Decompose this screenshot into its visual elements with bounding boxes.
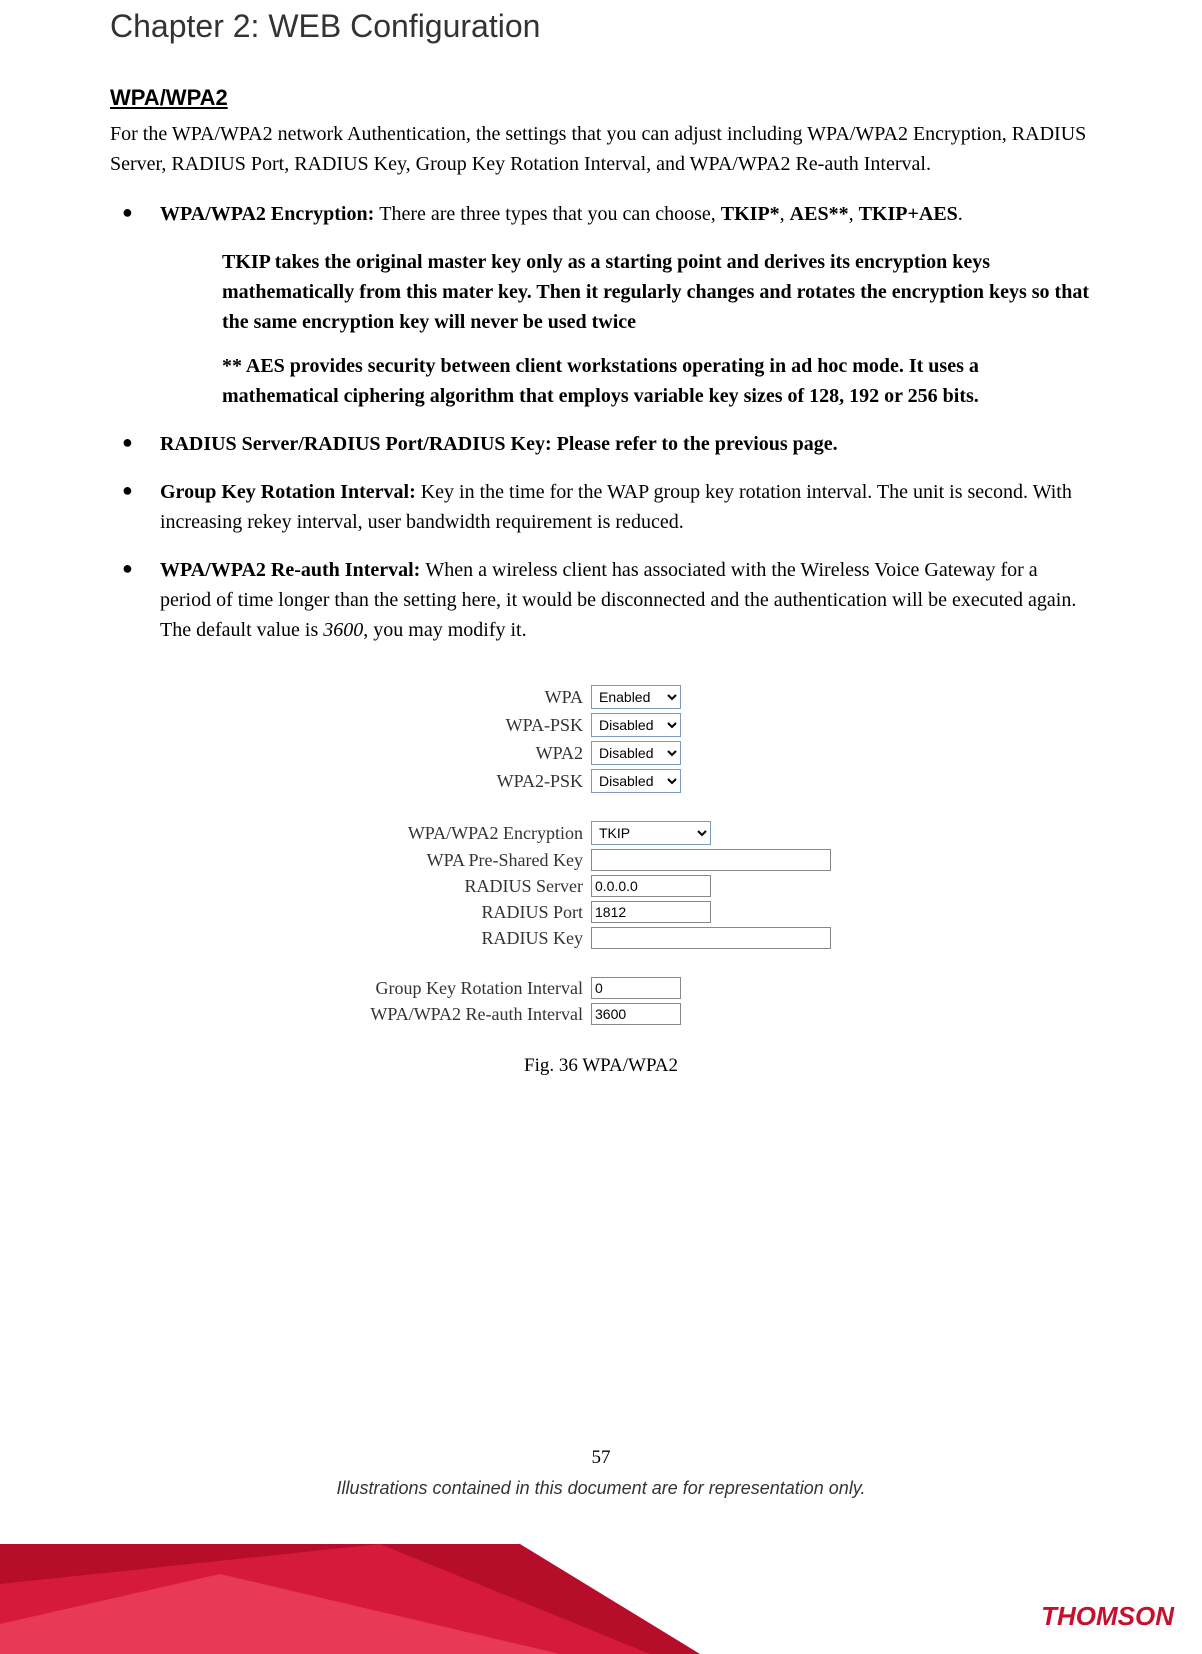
page-number: 57: [0, 1447, 1202, 1469]
section-heading: WPA/WPA2: [110, 85, 1092, 111]
bullet-radius: RADIUS Server/RADIUS Port/RADIUS Key: Pl…: [110, 429, 1092, 459]
sep: .: [958, 203, 963, 225]
input-radius-port[interactable]: [591, 901, 711, 923]
label-preshared-key: WPA Pre-Shared Key: [321, 850, 591, 871]
label-group-key-interval: Group Key Rotation Interval: [321, 978, 591, 999]
label-wpa2-psk: WPA2-PSK: [321, 771, 591, 792]
label-wpa: WPA: [321, 687, 591, 708]
label-radius-key: RADIUS Key: [321, 928, 591, 949]
default-value: 3600: [323, 619, 363, 641]
option-tkipaes: TKIP+AES: [859, 203, 958, 225]
label-wpa-psk: WPA-PSK: [321, 715, 591, 736]
input-preshared-key[interactable]: [591, 849, 831, 871]
bullet-reauth: WPA/WPA2 Re-auth Interval: When a wirele…: [110, 555, 1092, 645]
option-aes: AES**: [790, 203, 849, 225]
brand-logo: THOMSON: [1041, 1601, 1174, 1632]
option-tkip: TKIP*: [721, 203, 780, 225]
select-encryption[interactable]: TKIP: [591, 821, 711, 845]
footer-band: THOMSON: [0, 1544, 1202, 1654]
select-wpa2-psk[interactable]: Disabled: [591, 769, 681, 793]
bullet-encryption: WPA/WPA2 Encryption: There are three typ…: [110, 199, 1092, 411]
bullet-text: , you may modify it.: [363, 619, 526, 641]
sep: ,: [780, 203, 790, 225]
footer-note: Illustrations contained in this document…: [0, 1478, 1202, 1499]
bullet-list: WPA/WPA2 Encryption: There are three typ…: [110, 199, 1092, 645]
note-block: TKIP takes the original master key only …: [222, 247, 1092, 411]
select-wpa[interactable]: Enabled: [591, 685, 681, 709]
bullet-lead: WPA/WPA2 Re-auth Interval:: [160, 559, 425, 581]
label-encryption: WPA/WPA2 Encryption: [321, 823, 591, 844]
input-reauth-interval[interactable]: [591, 1003, 681, 1025]
bullet-lead: WPA/WPA2 Encryption:: [160, 203, 379, 225]
input-group-key-interval[interactable]: [591, 977, 681, 999]
bullet-lead: Group Key Rotation Interval:: [160, 481, 421, 503]
figure-caption: Fig. 36 WPA/WPA2: [110, 1055, 1092, 1077]
footer-graphic: [0, 1544, 1202, 1654]
chapter-title: Chapter 2: WEB Configuration: [110, 8, 1092, 45]
sep: ,: [849, 203, 859, 225]
bullet-text: There are three types that you can choos…: [379, 203, 721, 225]
intro-paragraph: For the WPA/WPA2 network Authentication,…: [110, 119, 1092, 179]
label-radius-port: RADIUS Port: [321, 902, 591, 923]
label-wpa2: WPA2: [321, 743, 591, 764]
bullet-group-key: Group Key Rotation Interval: Key in the …: [110, 477, 1092, 537]
input-radius-server[interactable]: [591, 875, 711, 897]
select-wpa2[interactable]: Disabled: [591, 741, 681, 765]
config-form: WPA Enabled WPA-PSK Disabled WPA2 Disabl…: [321, 685, 881, 1025]
note-tkip: TKIP takes the original master key only …: [222, 247, 1092, 337]
input-radius-key[interactable]: [591, 927, 831, 949]
note-aes: ** AES provides security between client …: [222, 351, 1092, 411]
select-wpa-psk[interactable]: Disabled: [591, 713, 681, 737]
label-radius-server: RADIUS Server: [321, 876, 591, 897]
label-reauth-interval: WPA/WPA2 Re-auth Interval: [321, 1004, 591, 1025]
